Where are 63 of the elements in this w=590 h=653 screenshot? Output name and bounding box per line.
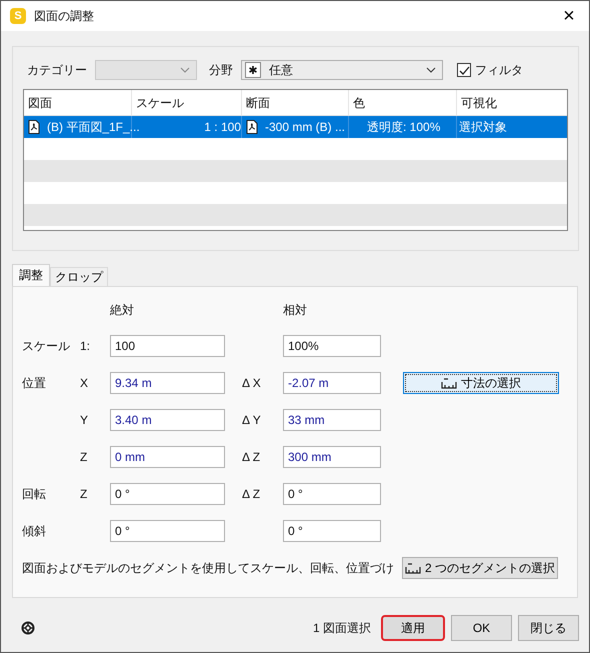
lifebuoy-icon [21,621,35,635]
field-dropdown[interactable]: ✱ 任意 [241,60,443,80]
dialog-button[interactable]: OK [451,615,512,641]
field-label: 分野 [209,62,233,78]
axis-label: Z [80,487,88,501]
delta-label: Δ Z [242,450,262,464]
category-label: カテゴリー [27,62,87,78]
chevron-down-icon [426,67,436,73]
column-label: 絶対 [110,302,135,318]
table-cell: 1 : 100 [204,120,241,134]
chevron-down-icon [180,67,190,73]
select-dimension-button[interactable]: 寸法の選択 [403,372,559,394]
window-title: 図面の調整 [34,8,95,24]
filter-label: フィルタ [475,62,523,78]
input-field[interactable]: 0 ° [110,520,225,542]
axis-label: 1: [80,339,92,353]
description-text: 図面およびモデルのセグメントを使用してスケール、回転、位置づけ [22,560,394,576]
column-label: 相対 [283,302,308,318]
app-icon: S [10,8,26,24]
input-field[interactable]: 100% [283,335,381,357]
input-field[interactable]: 0 mm [110,446,225,468]
input-field[interactable]: 0 ° [110,483,225,505]
table-row[interactable]: (B) 平面図_1F_... 1 : 100 -300 mm (B) ... 透明度: 100% 選択対象 [24,116,567,138]
table-cell: (B) 平面図_1F_... [47,118,140,136]
input-field[interactable]: 33 mm [283,409,381,431]
input-field[interactable]: 9.34 m [110,372,225,394]
table-cell: 透明度: 100% [367,118,440,136]
check-icon [458,64,470,76]
field-value: 任意 [269,62,294,78]
delta-label: Δ Z [242,487,262,501]
input-field[interactable]: 100 [110,335,225,357]
status-text: 1 図面選択 [312,620,371,636]
input-field[interactable]: -2.07 m [283,372,381,394]
dialog-button[interactable]: 閉じる [518,615,579,641]
ruler-icon [441,376,457,390]
row-label: 回転 [22,486,47,502]
row-label: スケール [22,338,71,354]
row-label: 傾斜 [22,522,47,540]
select-segments-button[interactable]: 2 つのセグメントの選択 [402,557,558,579]
axis-label: X [80,376,90,390]
table-cell: -300 mm (B) ... [265,120,346,134]
column-header[interactable]: 図面 [24,90,132,115]
asterisk-symbol: ✱ [245,62,261,78]
row-label: 位置 [22,374,47,392]
input-field[interactable]: 3.40 m [110,409,225,431]
input-field[interactable]: 0 ° [283,520,381,542]
input-field[interactable]: 300 mm [283,446,381,468]
close-button[interactable]: × [549,1,589,31]
input-field[interactable]: 0 ° [283,483,381,505]
tab[interactable]: 調整 [12,264,50,286]
column-header[interactable]: スケール [132,90,242,115]
table-cell: 選択対象 [459,118,507,136]
delta-label: Δ Y [242,413,262,427]
axis-label: Z [80,450,88,464]
ruler-icon [404,562,421,574]
column-header[interactable]: 断面 [242,90,349,115]
tab[interactable]: クロップ [50,267,108,286]
filter-checkbox[interactable] [457,63,471,77]
column-header[interactable]: 可視化 [457,90,567,115]
dialog-button[interactable]: 適用 [381,615,445,641]
delta-label: Δ X [242,376,262,390]
column-header[interactable]: 色 [349,90,457,115]
axis-label: Y [80,413,90,427]
